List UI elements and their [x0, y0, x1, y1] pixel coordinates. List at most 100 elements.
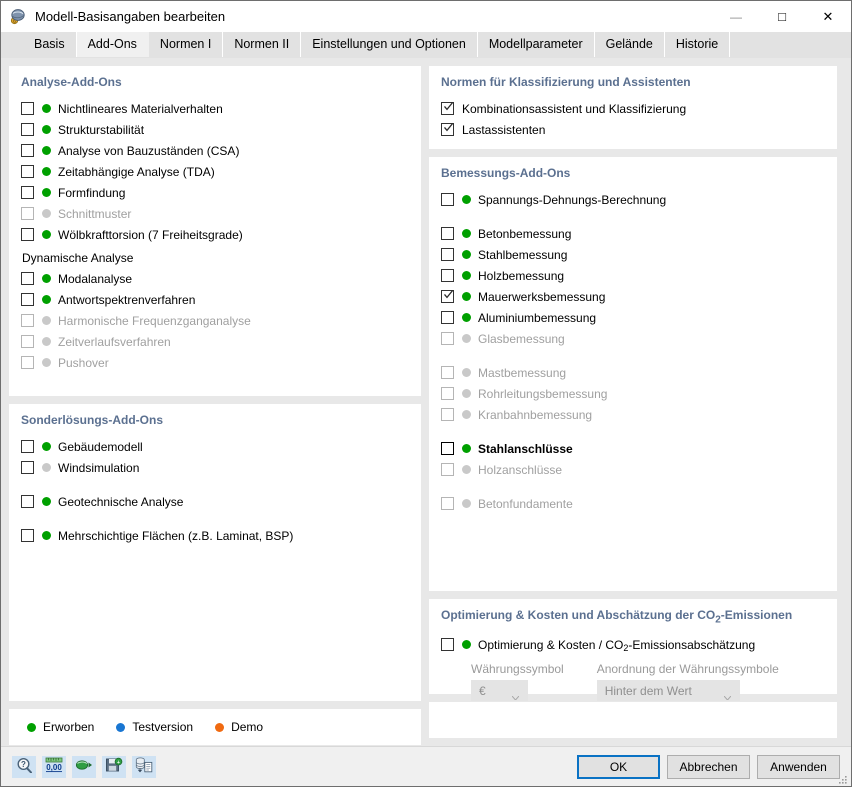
special-row-windsimulation[interactable]: Windsimulation — [21, 457, 409, 478]
checkbox-kranbahnbemessung — [441, 408, 454, 421]
status-dot-green — [462, 250, 471, 259]
checkbox-zeitabhaengige-analyse-tda[interactable] — [21, 165, 34, 178]
checkbox-gebaeudemodell[interactable] — [21, 440, 34, 453]
minimize-button[interactable]: — — [713, 1, 759, 32]
tab-historie[interactable]: Historie — [664, 32, 731, 57]
checkbox-nichtlineares-materialverhalten[interactable] — [21, 102, 34, 115]
checkbox-windsimulation[interactable] — [21, 461, 34, 474]
checkbox-analyse-von-bauzustaenden-csa[interactable] — [21, 144, 34, 157]
tab-gel-nde[interactable]: Gelände — [594, 32, 665, 57]
tab-label: Einstellungen und Optionen — [312, 37, 466, 51]
tab-einstellungen-und-optionen[interactable]: Einstellungen und Optionen — [301, 32, 478, 57]
label-harmonische-frequenzganganalyse: Harmonische Frequenzganganalyse — [58, 313, 251, 328]
currency-position-select[interactable]: Hinter dem Wert — [596, 680, 740, 702]
norms-row-lastassistenten[interactable]: Lastassistenten — [441, 119, 825, 140]
checkbox-antwortspektrenverfahren[interactable] — [21, 293, 34, 306]
save-settings-button[interactable]: + — [102, 755, 126, 778]
analysis-row-formfindung[interactable]: Formfindung — [21, 182, 409, 203]
checkbox-mauerwerksbemessung[interactable] — [441, 290, 454, 303]
checkbox-mehrschichtige-flaechen-z-b-laminat-bsp[interactable] — [21, 529, 34, 542]
tab-label: Historie — [675, 37, 719, 51]
status-dot-grey — [462, 334, 471, 343]
optimization-checkbox-row[interactable]: Optimierung & Kosten / CO2-Emissionsabsc… — [441, 634, 825, 655]
analysis-row-zeitabhaengige-analyse-tda[interactable]: Zeitabhängige Analyse (TDA) — [21, 161, 409, 182]
norms-panel: Normen für Klassifizierung und Assistent… — [429, 66, 837, 149]
status-dot-green — [42, 497, 51, 506]
maximize-button[interactable]: □ — [759, 1, 805, 32]
label-pushover: Pushover — [58, 355, 109, 370]
units-decimals-button[interactable]: 0,00 — [42, 755, 66, 778]
ok-button[interactable]: OK — [577, 754, 660, 779]
optimization-checkbox[interactable] — [441, 638, 454, 652]
design-row-betonbemessung[interactable]: Betonbemessung — [441, 223, 825, 244]
currency-symbol-select[interactable]: € — [471, 680, 528, 702]
help-search-button[interactable]: ? — [12, 755, 36, 778]
analysis-row-analyse-von-bauzustaenden-csa[interactable]: Analyse von Bauzuständen (CSA) — [21, 140, 409, 161]
checkbox-rohrleitungsbemessung — [441, 387, 454, 400]
checkbox-harmonische-frequenzganganalyse — [21, 314, 34, 327]
checkbox-strukturstabilitaet[interactable] — [21, 123, 34, 136]
special-row-gebaeudemodell[interactable]: Gebäudemodell — [21, 436, 409, 457]
checkbox-geotechnische-analyse[interactable] — [21, 495, 34, 508]
label-aluminiumbemessung: Aluminiumbemessung — [478, 310, 597, 325]
checkbox-stahlbemessung[interactable] — [441, 248, 454, 261]
design-row-glasbemessung: Glasbemessung — [441, 328, 825, 349]
checkbox-stahlanschluesse[interactable] — [441, 442, 454, 455]
tab-basis[interactable]: Basis — [23, 32, 77, 57]
analysis-row-nichtlineares-materialverhalten[interactable]: Nichtlineares Materialverhalten — [21, 98, 409, 119]
special-solutions-list: Gebäudemodell Windsimulation Geotechnische… — [21, 436, 409, 546]
tab-bar: Basis Add-Ons Normen I Normen II Einstellung… — [1, 32, 851, 58]
analysis-row-woelbkrafttorsion-7-freiheitsgrade[interactable]: Wölbkrafttorsion (7 Freiheitsgrade) — [21, 224, 409, 245]
checkbox-kombinationsassistent-und-klassifizierung[interactable] — [441, 102, 454, 115]
abbrechen-button[interactable]: Abbrechen — [667, 754, 750, 779]
special-row-geotechnische-analyse[interactable]: Geotechnische Analyse — [21, 491, 409, 512]
tab-modellparameter[interactable]: Modellparameter — [477, 32, 595, 57]
checkbox-spannungs-dehnungs-berechnung[interactable] — [441, 193, 454, 206]
import-settings-button[interactable] — [72, 755, 96, 778]
status-dot-green — [462, 271, 471, 280]
norms-row-kombinationsassistent-und-klassifizierung[interactable]: Kombinationsassistent und Klassifizierun… — [441, 98, 825, 119]
status-dot-green — [462, 444, 471, 453]
check-icon — [443, 101, 454, 112]
checkbox-modalanalyse[interactable] — [21, 272, 34, 285]
dynamic-row-antwortspektrenverfahren[interactable]: Antwortspektrenverfahren — [21, 289, 409, 310]
label-holzbemessung: Holzbemessung — [478, 268, 565, 283]
design-row-stahlanschluesse[interactable]: Stahlanschlüsse — [441, 438, 825, 459]
dynamic-row-modalanalyse[interactable]: Modalanalyse — [21, 268, 409, 289]
status-dot-blue — [116, 722, 126, 732]
anwenden-button[interactable]: Anwenden — [757, 754, 840, 779]
label-betonbemessung: Betonbemessung — [478, 226, 572, 241]
dialog-content: Analyse-Add-Ons Nichtlineares Materialve… — [1, 58, 851, 746]
checkbox-glasbemessung — [441, 332, 454, 345]
design-row-mauerwerksbemessung[interactable]: Mauerwerksbemessung — [441, 286, 825, 307]
label-woelbkrafttorsion-7-freiheitsgrade: Wölbkrafttorsion (7 Freiheitsgrade) — [58, 227, 243, 242]
checkbox-zeitverlaufsverfahren — [21, 335, 34, 348]
tab-add-ons[interactable]: Add-Ons — [76, 32, 149, 57]
legend-item-orange: Demo — [215, 720, 263, 734]
checkbox-formfindung[interactable] — [21, 186, 34, 199]
label-holzanschluesse: Holzanschlüsse — [478, 462, 563, 477]
checkbox-lastassistenten[interactable] — [441, 123, 454, 136]
checkbox-betonbemessung[interactable] — [441, 227, 454, 240]
special-row-mehrschichtige-flaechen-z-b-laminat-bsp[interactable]: Mehrschichtige Flächen (z.B. Laminat, BS… — [21, 525, 409, 546]
label-mauerwerksbemessung: Mauerwerksbemessung — [478, 289, 606, 304]
tab-normen-ii[interactable]: Normen II — [223, 32, 302, 57]
label-spannungs-dehnungs-berechnung: Spannungs-Dehnungs-Berechnung — [478, 192, 667, 207]
database-copy-icon — [135, 757, 153, 776]
label-gebaeudemodell: Gebäudemodell — [58, 439, 143, 454]
design-row-stahlbemessung[interactable]: Stahlbemessung — [441, 244, 825, 265]
checkbox-aluminiumbemessung[interactable] — [441, 311, 454, 324]
optimization-label-before: Optimierung & Kosten / CO — [478, 637, 624, 652]
tab-label: Add-Ons — [87, 37, 137, 51]
design-row-holzbemessung[interactable]: Holzbemessung — [441, 265, 825, 286]
design-row-spannungs-dehnungs-berechnung[interactable]: Spannungs-Dehnungs-Berechnung — [441, 189, 825, 210]
checkbox-holzbemessung[interactable] — [441, 269, 454, 282]
design-row-aluminiumbemessung[interactable]: Aluminiumbemessung — [441, 307, 825, 328]
database-copy-button[interactable] — [132, 755, 156, 778]
tab-normen-i[interactable]: Normen I — [148, 32, 224, 57]
label-geotechnische-analyse: Geotechnische Analyse — [58, 494, 184, 509]
close-button[interactable]: ✕ — [805, 1, 851, 32]
resize-grip-icon[interactable] — [838, 774, 848, 784]
checkbox-woelbkrafttorsion-7-freiheitsgrade[interactable] — [21, 228, 34, 241]
analysis-row-strukturstabilitaet[interactable]: Strukturstabilität — [21, 119, 409, 140]
